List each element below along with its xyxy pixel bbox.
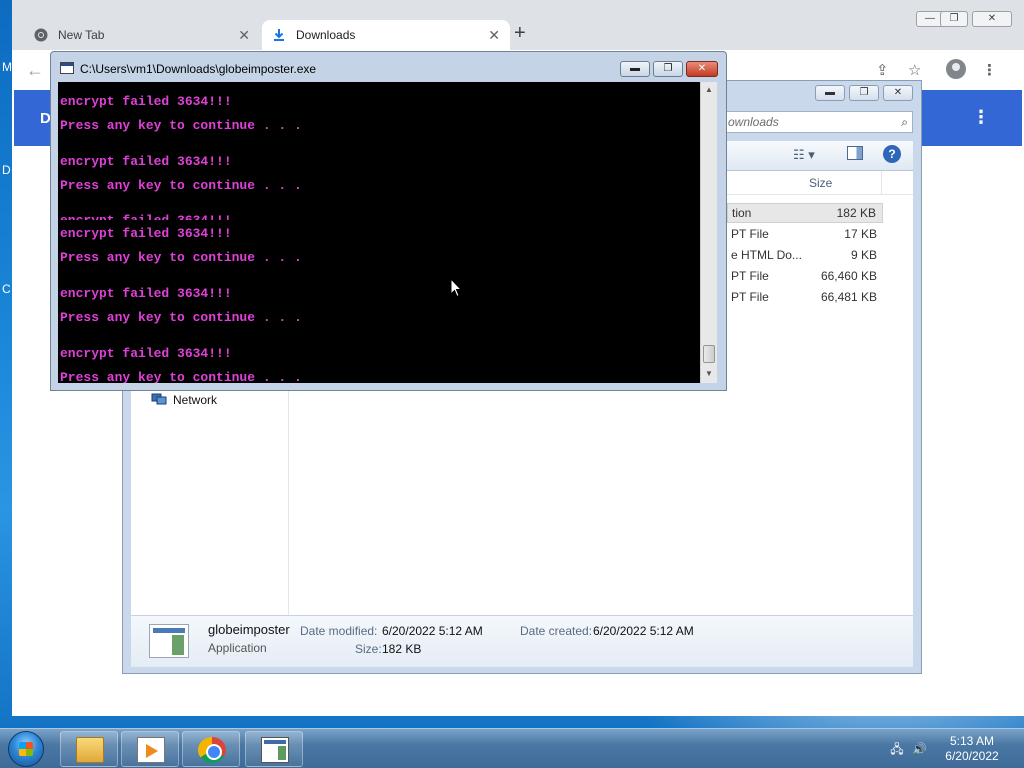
details-pane: globeimposter Application Date modified:…: [131, 615, 913, 667]
file-row[interactable]: PT File 66,460 KB: [727, 266, 883, 286]
network-tray-icon[interactable]: 🖧: [890, 742, 904, 756]
application-icon: [261, 737, 289, 763]
preview-pane-icon[interactable]: [847, 146, 863, 160]
clock-date: 6/20/2022: [945, 749, 999, 763]
console-line: encrypt failed 3634!!!: [60, 346, 232, 361]
search-placeholder: ownloads: [728, 115, 779, 129]
folder-icon: [76, 737, 104, 763]
maximize-icon[interactable]: ❐: [653, 61, 683, 77]
size-value: 182 KB: [382, 642, 422, 656]
vertical-scrollbar[interactable]: ▲ ▼: [700, 82, 717, 383]
tab-label: New Tab: [58, 28, 105, 42]
taskbar-chrome-button[interactable]: [182, 731, 240, 767]
console-line: Press any key to continue . . .: [60, 310, 302, 325]
size-label: Size:: [355, 642, 382, 656]
search-icon[interactable]: ⌕: [901, 112, 908, 132]
tab-downloads[interactable]: Downloads ✕: [262, 20, 510, 50]
volume-icon[interactable]: 🔊: [912, 742, 927, 756]
media-player-icon: [137, 737, 165, 763]
console-line: Press any key to continue . . .: [60, 250, 302, 265]
share-icon[interactable]: ⇪: [876, 61, 889, 79]
console-line: encrypt failed 3634!!!: [60, 214, 232, 220]
scroll-down-icon[interactable]: ▼: [701, 366, 717, 382]
console-line: encrypt failed 3634!!!: [60, 286, 232, 301]
view-options-icon[interactable]: ☷ ▾: [793, 147, 815, 163]
tab-new-tab[interactable]: New Tab ✕: [24, 20, 260, 50]
desktop-icon-label-3[interactable]: C: [2, 282, 11, 296]
application-thumbnail-icon: [149, 624, 189, 658]
file-size: 17 KB: [844, 227, 877, 241]
details-file-type: Application: [208, 641, 267, 655]
close-tab-icon[interactable]: ✕: [488, 20, 500, 50]
file-size: 66,481 KB: [820, 290, 877, 304]
file-row[interactable]: e HTML Do... 9 KB: [727, 245, 883, 265]
date-modified-value: 6/20/2022 5:12 AM: [382, 624, 483, 638]
minimize-icon[interactable]: ▬: [815, 85, 845, 101]
taskbar-media-player-button[interactable]: [121, 731, 179, 767]
download-icon: [274, 29, 284, 41]
mouse-cursor-icon: [450, 278, 462, 298]
taskbar-explorer-button[interactable]: [60, 731, 118, 767]
close-tab-icon[interactable]: ✕: [238, 20, 250, 50]
scroll-thumb[interactable]: [703, 345, 715, 363]
search-input[interactable]: ownloads ⌕: [723, 111, 913, 133]
menu-dots-icon[interactable]: ⋮: [982, 61, 997, 79]
star-icon[interactable]: ☆: [908, 61, 921, 79]
file-row[interactable]: tion 182 KB: [727, 203, 883, 223]
help-icon[interactable]: ?: [883, 145, 901, 163]
network-icon: [151, 393, 167, 405]
file-size: 66,460 KB: [820, 269, 877, 283]
maximize-icon[interactable]: ❐: [849, 85, 879, 101]
nav-label: Network: [173, 393, 218, 407]
file-type: PT File: [731, 290, 769, 304]
console-line: Press any key to continue . . .: [60, 178, 302, 193]
file-size: 9 KB: [850, 248, 877, 262]
console-output[interactable]: encrypt failed 3634!!! Press any key to …: [58, 82, 700, 383]
date-created-value: 6/20/2022 5:12 AM: [593, 624, 694, 638]
system-clock[interactable]: 5:13 AM 6/20/2022: [932, 734, 1012, 764]
file-type: PT File: [731, 227, 769, 241]
file-type: tion: [732, 206, 752, 220]
nav-item-network[interactable]: Network: [151, 391, 217, 409]
console-window: C:\Users\vm1\Downloads\globeimposter.exe…: [50, 51, 727, 391]
tab-strip: New Tab ✕ Downloads ✕ + — ❐ ✕: [12, 0, 1024, 56]
start-button[interactable]: [8, 731, 44, 767]
console-line: encrypt failed 3634!!!: [60, 94, 232, 109]
file-size: 182 KB: [836, 206, 876, 220]
date-created-label: Date created:: [520, 624, 593, 638]
console-app-icon: [60, 62, 74, 74]
chrome-icon: [198, 737, 226, 763]
back-arrow-icon[interactable]: ←: [26, 60, 44, 81]
more-actions-icon[interactable]: ⋮: [972, 107, 990, 128]
desktop-icon-label-1[interactable]: M: [2, 60, 12, 74]
column-divider[interactable]: [881, 171, 882, 195]
clock-time: 5:13 AM: [949, 734, 995, 748]
close-window-icon[interactable]: ✕: [972, 11, 1012, 27]
console-title: C:\Users\vm1\Downloads\globeimposter.exe: [80, 62, 317, 76]
file-row[interactable]: PT File 17 KB: [727, 224, 883, 244]
close-window-icon[interactable]: ✕: [686, 61, 718, 77]
details-file-name: globeimposter: [208, 622, 290, 637]
console-line: Press any key to continue . . .: [60, 370, 302, 384]
console-line: Press any key to continue . . .: [60, 118, 302, 133]
console-line: encrypt failed 3634!!!: [60, 226, 232, 241]
taskbar-console-button[interactable]: [245, 731, 303, 767]
file-type: PT File: [731, 269, 769, 283]
minimize-icon[interactable]: ▬: [620, 61, 650, 77]
tab-label: Downloads: [296, 28, 356, 42]
desktop-icon-label-2[interactable]: D: [2, 163, 11, 177]
maximize-icon[interactable]: ❐: [940, 11, 968, 27]
console-line: encrypt failed 3634!!!: [60, 154, 232, 169]
file-type: e HTML Do...: [731, 248, 802, 262]
new-tab-icon[interactable]: +: [514, 22, 526, 45]
column-header-size[interactable]: Size: [809, 176, 832, 190]
taskbar: 🖧 🔊 5:13 AM 6/20/2022: [0, 728, 1024, 768]
chrome-icon: [34, 28, 48, 42]
file-row[interactable]: PT File 66,481 KB: [727, 287, 883, 307]
profile-avatar-icon[interactable]: [946, 59, 966, 79]
date-modified-label: Date modified:: [300, 624, 378, 638]
close-window-icon[interactable]: ✕: [883, 85, 913, 101]
scroll-up-icon[interactable]: ▲: [701, 82, 717, 98]
